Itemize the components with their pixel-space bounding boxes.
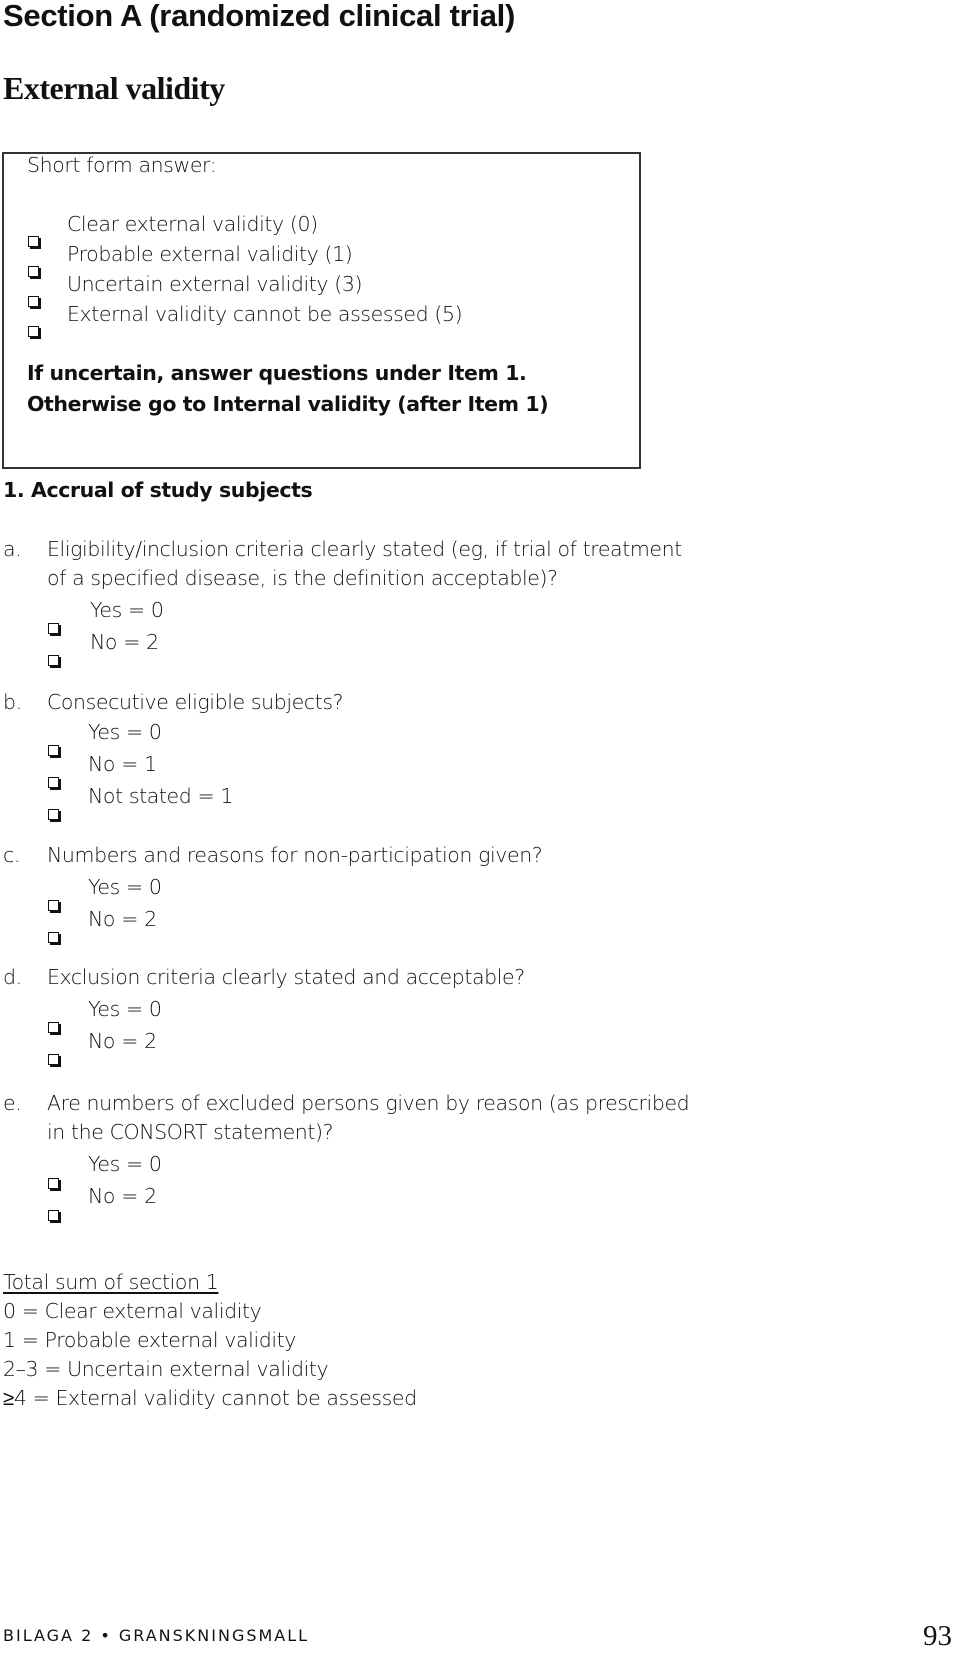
total-line: ≥4 = External validity cannot be assesse… (3, 1386, 417, 1410)
question-text: Exclusion criteria clearly stated and ac… (47, 965, 525, 989)
checkbox-icon[interactable] (48, 745, 59, 756)
option-label: Uncertain external validity (3) (67, 272, 363, 296)
question-letter: a. (3, 537, 22, 561)
page-number: 93 (923, 1620, 952, 1652)
answer-option: Yes = 0 (88, 1152, 162, 1176)
item-heading: 1. Accrual of study subjects (3, 478, 313, 502)
checkbox-icon[interactable] (48, 900, 59, 911)
total-heading: Total sum of section 1 (3, 1270, 219, 1294)
checkbox-icon[interactable] (48, 655, 59, 666)
question-text: in the CONSORT statement)? (47, 1120, 334, 1144)
checkbox-icon[interactable] (48, 1210, 59, 1221)
answer-option: No = 1 (88, 752, 157, 776)
question-letter: c. (3, 843, 20, 867)
question-text: Consecutive eligible subjects? (47, 690, 344, 714)
question-letter: e. (3, 1091, 22, 1115)
option-label: Clear external validity (0) (67, 212, 318, 236)
question-text: Are numbers of excluded persons given by… (47, 1091, 690, 1115)
subsection-title: External validity (3, 70, 225, 106)
answer-option: No = 2 (88, 1029, 157, 1053)
total-line: 0 = Clear external validity (3, 1299, 262, 1323)
question-text: Numbers and reasons for non-participatio… (47, 843, 543, 867)
footer-text: BILAGA 2 • GRANSKNINGSMALL (3, 1626, 310, 1645)
checkbox-icon[interactable] (48, 809, 59, 820)
answer-option: Yes = 0 (88, 997, 162, 1021)
option-label: External validity cannot be assessed (5) (67, 302, 463, 326)
checkbox-icon[interactable] (48, 932, 59, 943)
checkbox-icon[interactable] (48, 1022, 59, 1033)
instruction-line: If uncertain, answer questions under Ite… (27, 361, 527, 385)
section-title: Section A (randomized clinical trial) (3, 0, 515, 33)
answer-option: Not stated = 1 (88, 784, 234, 808)
question-letter: b. (3, 690, 22, 714)
answer-option: No = 2 (88, 907, 157, 931)
instruction-line: Otherwise go to Internal validity (after… (27, 392, 549, 416)
answer-option: Yes = 0 (88, 720, 162, 744)
question-letter: d. (3, 965, 22, 989)
short-form-label: Short form answer: (27, 153, 217, 177)
answer-option: Yes = 0 (90, 598, 164, 622)
answer-option: No = 2 (90, 630, 159, 654)
checkbox-icon[interactable] (28, 326, 39, 337)
question-text: Eligibility/inclusion criteria clearly s… (47, 537, 682, 561)
checkbox-icon[interactable] (48, 1054, 59, 1065)
checkbox-icon[interactable] (28, 236, 39, 247)
answer-option: No = 2 (88, 1184, 157, 1208)
question-text: of a specified disease, is the definitio… (47, 566, 558, 590)
checkbox-icon[interactable] (28, 296, 39, 307)
checkbox-icon[interactable] (28, 266, 39, 277)
total-line: 2–3 = Uncertain external validity (3, 1357, 329, 1381)
checkbox-icon[interactable] (48, 777, 59, 788)
checkbox-icon[interactable] (48, 1178, 59, 1189)
option-label: Probable external validity (1) (67, 242, 353, 266)
answer-option: Yes = 0 (88, 875, 162, 899)
checkbox-icon[interactable] (48, 623, 59, 634)
total-line: 1 = Probable external validity (3, 1328, 297, 1352)
